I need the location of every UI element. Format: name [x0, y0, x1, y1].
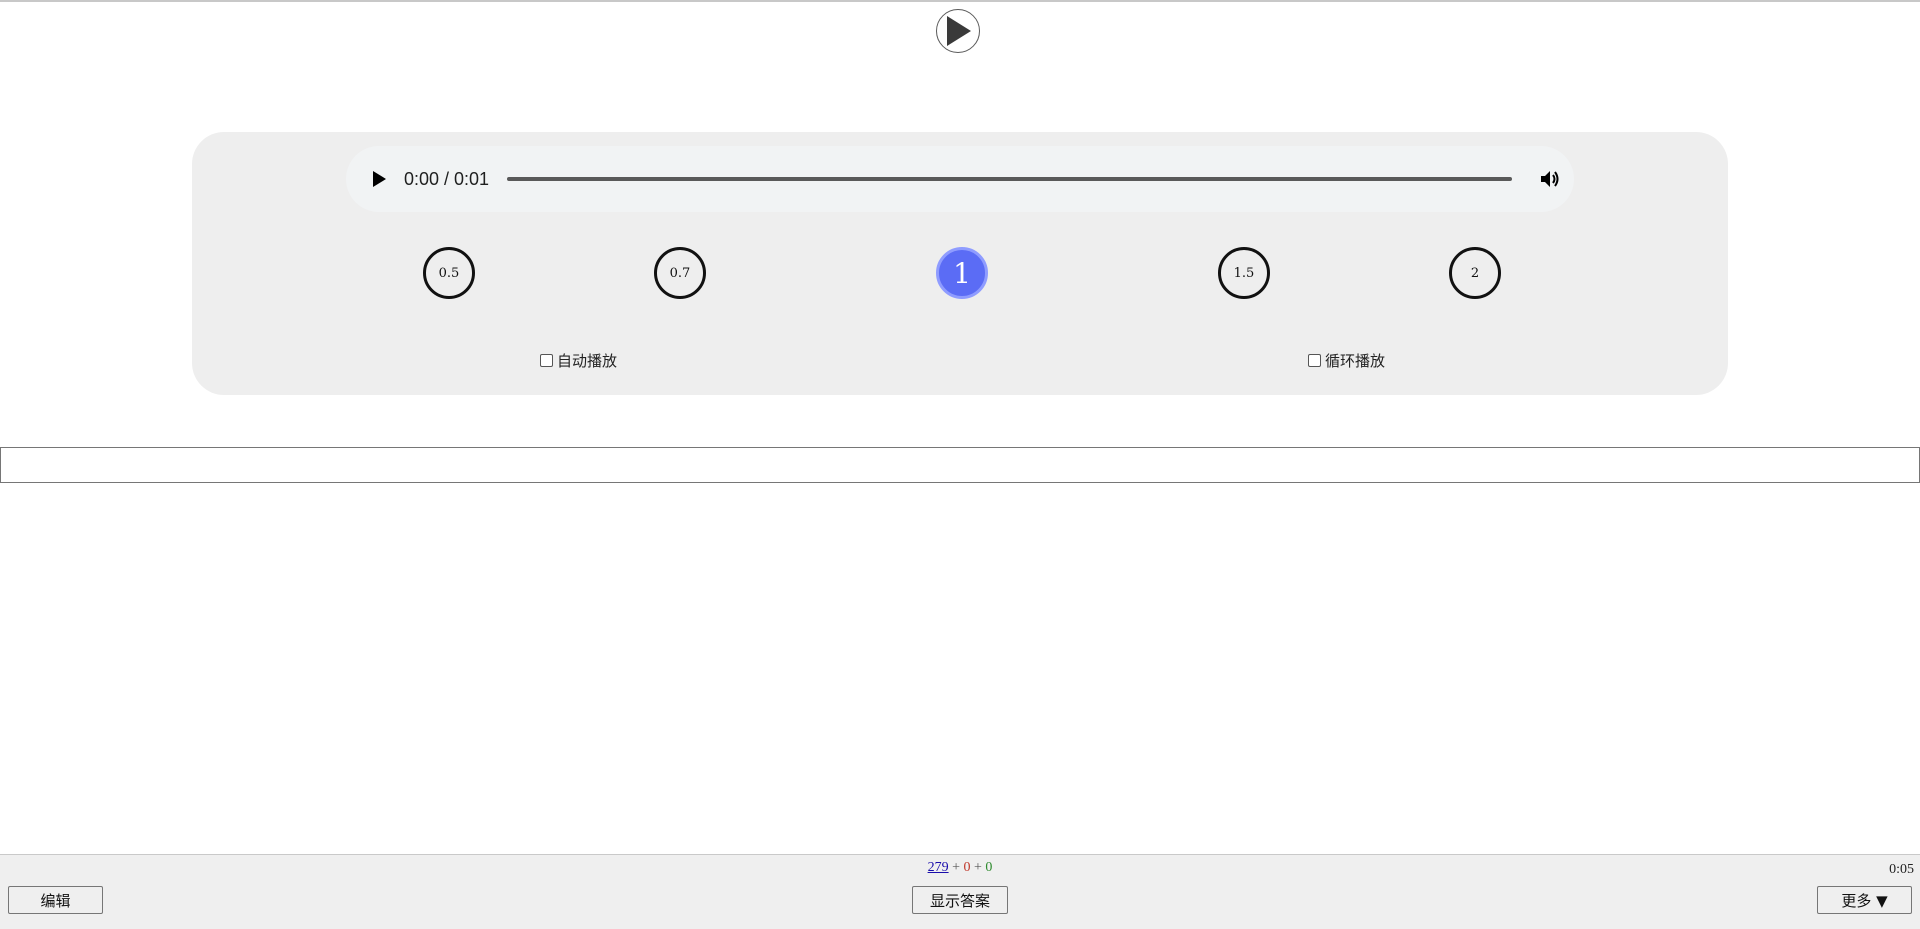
answer-input[interactable]: [0, 447, 1920, 483]
loop-option[interactable]: 循环播放: [1308, 350, 1385, 371]
speed-option-1-selected[interactable]: 1: [936, 247, 988, 299]
audio-play-button[interactable]: [368, 168, 390, 190]
play-icon: [373, 171, 386, 187]
learn-count: 0: [963, 860, 971, 875]
edit-button[interactable]: 编辑: [8, 886, 103, 914]
count-separator: +: [952, 860, 960, 875]
audio-progress-slider[interactable]: [507, 177, 1512, 181]
loop-label: 循环播放: [1325, 352, 1386, 370]
speed-option-0-7[interactable]: 0.7: [654, 247, 706, 299]
card-counts: 279 + 0 + 0: [0, 860, 1920, 876]
autoplay-checkbox[interactable]: [540, 354, 553, 367]
top-divider: [0, 0, 1920, 3]
loop-checkbox[interactable]: [1308, 354, 1321, 367]
play-audio-button[interactable]: [936, 9, 980, 53]
speed-option-1-5[interactable]: 1.5: [1218, 247, 1270, 299]
more-button[interactable]: 更多 ▼: [1817, 886, 1912, 914]
play-icon: [947, 16, 971, 46]
speed-option-2[interactable]: 2: [1449, 247, 1501, 299]
audio-time-display: 0:00 / 0:01: [404, 169, 490, 189]
autoplay-option[interactable]: 自动播放: [540, 350, 617, 371]
volume-button[interactable]: [1538, 167, 1562, 191]
timer: 0:05: [1889, 862, 1914, 877]
volume-icon: [1541, 171, 1559, 187]
new-count-link[interactable]: 279: [928, 860, 949, 875]
review-count: 0: [985, 860, 993, 875]
show-answer-button[interactable]: 显示答案: [912, 886, 1008, 914]
count-separator: +: [974, 860, 982, 875]
speed-option-0-5[interactable]: 0.5: [423, 247, 475, 299]
autoplay-label: 自动播放: [557, 352, 618, 370]
